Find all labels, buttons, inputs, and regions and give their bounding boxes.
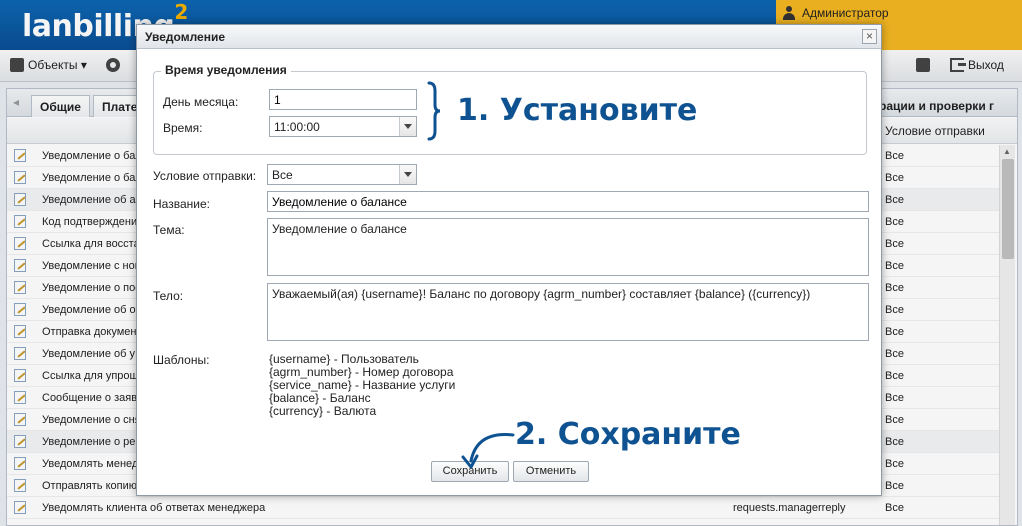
templates-label: Шаблоны: [153, 353, 210, 367]
arrow-annotation-icon [461, 433, 515, 469]
time-label: Время: [163, 121, 203, 135]
body-textarea[interactable]: Уважаемый(ая) {username}! Баланс по дого… [267, 283, 869, 341]
subject-textarea[interactable]: Уведомление о балансе [267, 218, 869, 276]
dialog-titlebar: Уведомление × [137, 25, 881, 49]
notification-dialog: Уведомление × Время уведомления День мес… [136, 24, 882, 496]
subject-label: Тема: [153, 223, 185, 237]
close-button[interactable]: × [862, 29, 877, 44]
name-label: Название: [153, 197, 210, 211]
body-label: Тело: [153, 289, 184, 303]
condition-label: Условие отправки: [153, 169, 257, 183]
fieldset-legend: Время уведомления [161, 63, 291, 77]
chevron-down-icon[interactable] [399, 165, 416, 184]
step2-annotation: 2. Сохраните [515, 417, 741, 452]
dialog-title: Уведомление [145, 30, 226, 44]
step1-annotation: 1. Установите [457, 93, 698, 128]
day-label: День месяца: [163, 95, 239, 109]
cancel-button[interactable]: Отменить [513, 461, 589, 482]
condition-select[interactable]: Все [267, 164, 417, 185]
time-select[interactable]: 11:00:00 [269, 116, 417, 137]
brace-annotation-icon [427, 81, 441, 141]
template-item: {currency} - Валюта [269, 404, 377, 418]
chevron-down-icon[interactable] [399, 117, 416, 136]
templates-list: {username} - Пользователь {agrm_number} -… [269, 353, 455, 418]
name-input[interactable] [267, 191, 869, 212]
day-input[interactable] [269, 89, 417, 110]
